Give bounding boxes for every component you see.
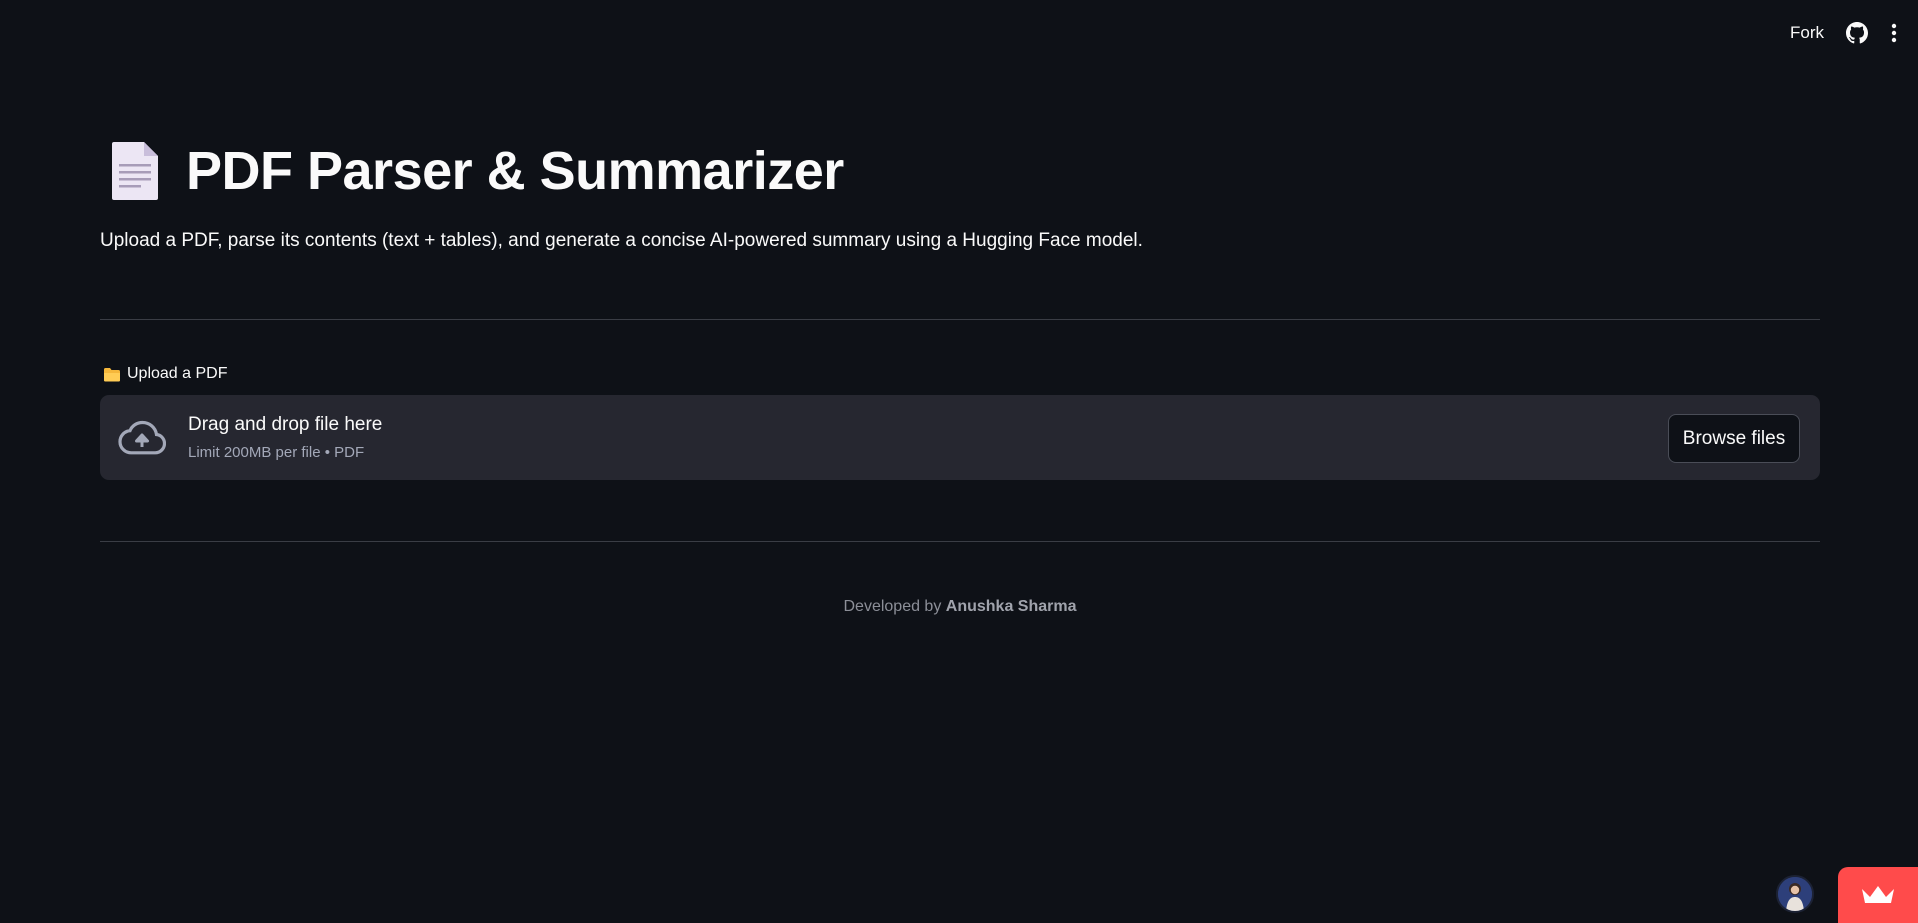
folder-icon <box>104 367 120 381</box>
user-avatar[interactable] <box>1776 875 1814 913</box>
avatar-image <box>1778 877 1812 911</box>
divider-top <box>100 319 1820 320</box>
page-subtitle: Upload a PDF, parse its contents (text +… <box>100 230 1143 251</box>
upload-label: Upload a PDF <box>103 365 228 383</box>
file-dropzone[interactable]: Drag and drop file here Limit 200MB per … <box>100 395 1820 480</box>
browse-files-button[interactable]: Browse files <box>1668 414 1800 463</box>
dropzone-text: Drag and drop file here Limit 200MB per … <box>188 414 382 461</box>
more-vertical-icon[interactable] <box>1890 22 1898 44</box>
upload-label-text: Upload a PDF <box>127 365 228 382</box>
footer-credit: Developed by Anushka Sharma <box>100 598 1820 616</box>
page-title: PDF Parser & Summarizer <box>186 141 844 201</box>
title-row: PDF Parser & Summarizer <box>110 140 844 202</box>
dropzone-limit: Limit 200MB per file • PDF <box>188 444 365 461</box>
cloud-upload-icon <box>118 420 166 454</box>
divider-bottom <box>100 541 1820 542</box>
footer-prefix: Developed by <box>843 598 942 615</box>
fork-link[interactable]: Fork <box>1790 23 1824 43</box>
crown-icon <box>1862 886 1894 903</box>
dropzone-title: Drag and drop file here <box>188 414 383 435</box>
top-toolbar: Fork <box>0 0 1918 66</box>
footer-author: Anushka Sharma <box>945 598 1077 615</box>
streamlit-badge[interactable] <box>1838 867 1918 923</box>
document-icon <box>112 142 158 200</box>
github-icon[interactable] <box>1846 22 1868 44</box>
